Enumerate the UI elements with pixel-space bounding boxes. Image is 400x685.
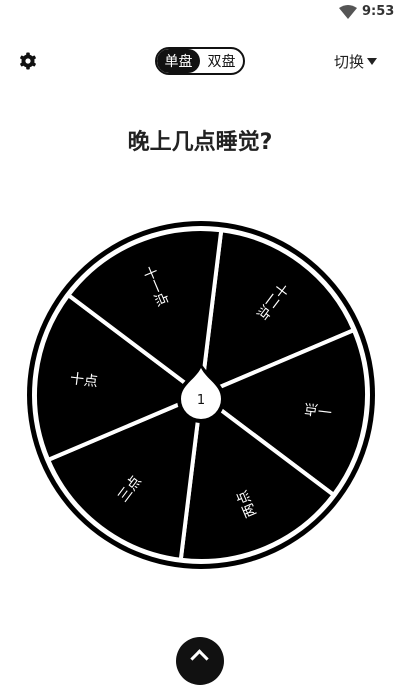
caret-down-icon (367, 58, 378, 65)
status-time: 9:53 (362, 4, 395, 19)
tab-double-wheel[interactable]: 双盘 (200, 49, 243, 73)
wheel-segment-label: 十点 (69, 371, 99, 390)
bottom-action-button[interactable] (176, 637, 224, 685)
wifi-icon (339, 5, 357, 19)
gear-icon[interactable] (18, 51, 38, 71)
wheel-segment-label: 一点 (303, 400, 333, 419)
spin-wheel[interactable]: 十二点一点两点三点十点十一点 1 (24, 218, 378, 572)
wheel-center-label: 1 (197, 393, 205, 408)
status-bar: 9:53 (0, 0, 400, 24)
switch-label: 切换 (334, 53, 365, 71)
mode-toggle: 单盘 双盘 (155, 47, 245, 75)
question-title: 晚上几点睡觉? (127, 130, 273, 155)
tab-single-wheel[interactable]: 单盘 (157, 49, 200, 73)
switch-button[interactable]: 切换 (334, 51, 378, 72)
chevron-up-icon (190, 649, 209, 668)
